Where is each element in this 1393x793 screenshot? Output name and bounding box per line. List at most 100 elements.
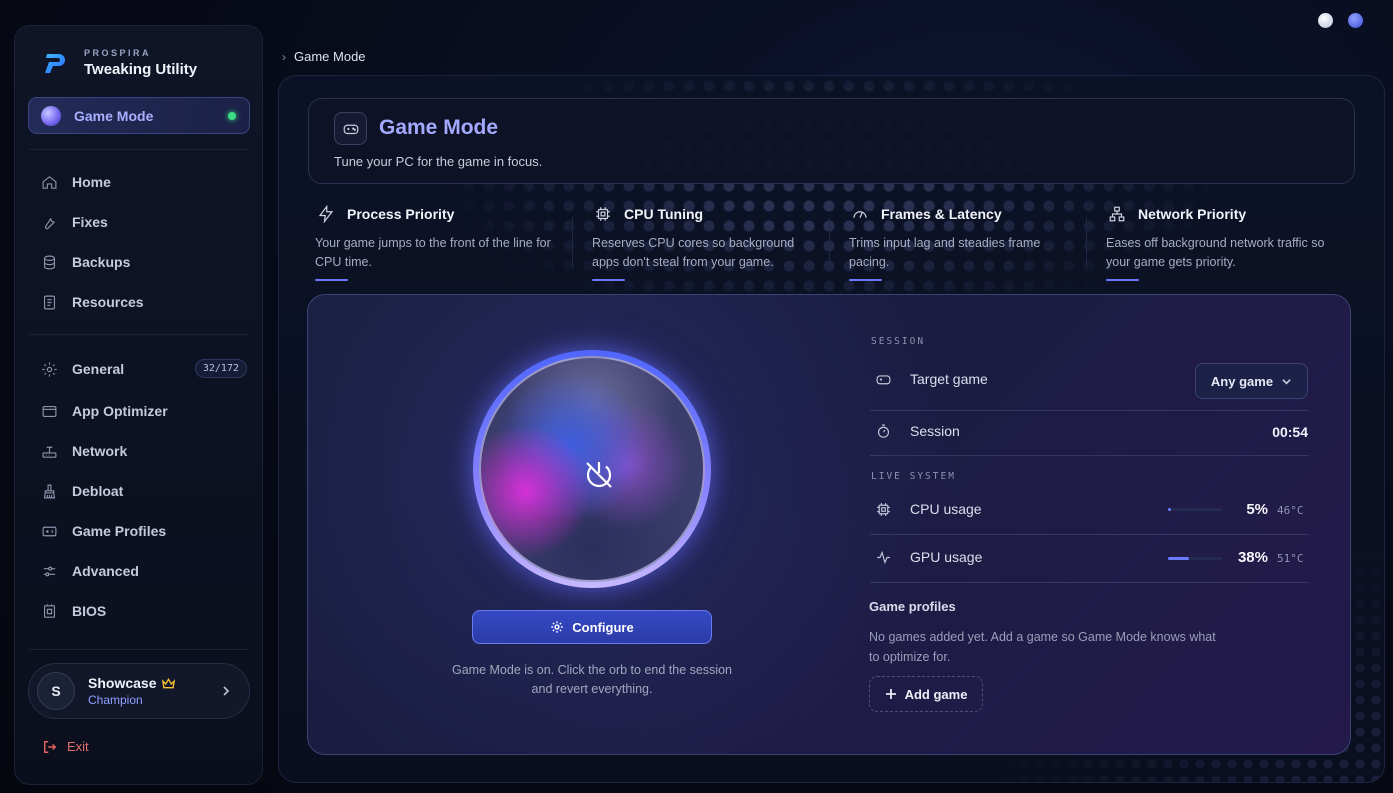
- theme-toggle-dark[interactable]: [1348, 13, 1363, 28]
- sidebar-item-label: Home: [72, 174, 111, 190]
- divider: [29, 334, 249, 335]
- divider: [870, 455, 1309, 456]
- status-indicator: [228, 112, 236, 120]
- broom-icon: [40, 482, 58, 500]
- cpu-usage-fill: [1168, 508, 1171, 511]
- feature-title: Frames & Latency: [881, 206, 1002, 222]
- configure-button[interactable]: Configure: [472, 610, 712, 644]
- count-badge: 32/172: [194, 359, 247, 378]
- sidebar: PROSPIRA Tweaking Utility Game Mode Home…: [14, 25, 263, 785]
- network-icon: [40, 442, 58, 460]
- profile-name-row: Showcase: [88, 675, 176, 691]
- cpu-icon: [596, 207, 610, 221]
- cpu-usage-percent: 5%: [1246, 501, 1268, 518]
- game-profiles-title: Game profiles: [869, 599, 956, 614]
- feature-desc: Your game jumps to the front of the line…: [315, 236, 551, 269]
- chevron-right-icon: [223, 686, 230, 696]
- gear-icon: [40, 360, 58, 378]
- document-icon: [40, 293, 58, 311]
- exit-label: Exit: [67, 739, 89, 754]
- orb-core: [479, 356, 705, 582]
- divider: [870, 410, 1309, 411]
- sliders-icon: [40, 562, 58, 580]
- feature-cpu-tuning: CPU Tuning Reserves CPU cores so backgro…: [592, 205, 844, 281]
- section-label-live-system: LIVE SYSTEM: [871, 471, 956, 482]
- crown-icon: [162, 677, 176, 688]
- lightning-icon: [318, 205, 334, 223]
- sidebar-item-resources[interactable]: Resources: [40, 289, 240, 315]
- feature-underline: [315, 279, 348, 281]
- divider: [572, 217, 573, 267]
- feature-title: CPU Tuning: [624, 206, 704, 222]
- gpu-usage-percent: 38%: [1237, 549, 1268, 566]
- activity-icon: [873, 547, 893, 567]
- sidebar-item-home[interactable]: Home: [40, 169, 240, 195]
- sidebar-item-label: App Optimizer: [72, 403, 168, 419]
- target-game-label: Target game: [910, 371, 988, 387]
- target-game-select[interactable]: Any game: [1195, 363, 1308, 399]
- sidebar-item-backups[interactable]: Backups: [40, 249, 240, 275]
- timer-icon: [873, 421, 893, 441]
- add-game-button[interactable]: Add game: [869, 676, 983, 712]
- plus-icon: [885, 689, 896, 699]
- divider: [29, 149, 249, 150]
- sidebar-item-fixes[interactable]: Fixes: [40, 209, 240, 235]
- gamepad-icon: [873, 369, 893, 389]
- page-header: Game Mode Tune your PC for the game in f…: [308, 98, 1355, 184]
- section-label-session: SESSION: [871, 336, 926, 347]
- sidebar-item-label: General: [72, 361, 125, 377]
- feature-desc: Reserves CPU cores so background apps do…: [592, 236, 795, 269]
- divider: [29, 649, 249, 650]
- divider: [829, 217, 830, 267]
- theme-toggle-light[interactable]: [1318, 13, 1333, 28]
- profile-rank: Champion: [88, 693, 143, 707]
- sidebar-item-game-profiles[interactable]: Game Profiles: [40, 518, 240, 544]
- sidebar-item-network[interactable]: Network: [40, 438, 240, 464]
- exit-icon: [44, 740, 57, 753]
- sidebar-item-label: Network: [72, 443, 128, 459]
- cpu-temperature: 46°C: [1277, 504, 1304, 517]
- feature-underline: [1106, 279, 1139, 281]
- window-icon: [40, 402, 58, 420]
- sidebar-item-label: Game Profiles: [72, 523, 167, 539]
- avatar: S: [37, 672, 75, 710]
- game-profiles-empty-text: No games added yet. Add a game so Game M…: [869, 630, 1216, 664]
- sidebar-item-game-mode[interactable]: Game Mode: [28, 97, 250, 134]
- add-game-label: Add game: [904, 686, 968, 702]
- user-profile-card[interactable]: S Showcase Champion: [28, 663, 250, 719]
- game-mode-orb-button[interactable]: [473, 350, 711, 588]
- feature-process-priority: Process Priority Your game jumps to the …: [315, 205, 567, 281]
- chevron-right-icon: ›: [282, 49, 286, 64]
- feature-desc: Eases off background network traffic so …: [1106, 236, 1325, 269]
- orb-icon: [41, 105, 61, 126]
- sidebar-item-label: Game Mode: [74, 107, 154, 124]
- sidebar-item-label: Backups: [72, 254, 131, 270]
- brand: PROSPIRA Tweaking Utility: [40, 48, 197, 78]
- sidebar-item-label: Debloat: [72, 483, 124, 499]
- exit-button[interactable]: Exit: [43, 739, 89, 754]
- feature-network-priority: Network Priority Eases off background ne…: [1106, 205, 1358, 281]
- gpu-usage-label: GPU usage: [910, 549, 983, 565]
- session-time: 00:54: [1272, 424, 1308, 440]
- brand-name: PROSPIRA: [84, 48, 152, 58]
- feature-underline: [592, 279, 625, 281]
- cpu-usage-meter: [1168, 508, 1222, 511]
- breadcrumb-current: Game Mode: [294, 49, 366, 64]
- prospira-logo-icon: [45, 54, 65, 73]
- sidebar-item-app-optimizer[interactable]: App Optimizer: [40, 398, 240, 424]
- app-title: Tweaking Utility: [84, 61, 198, 78]
- sidebar-item-debloat[interactable]: Debloat: [40, 478, 240, 504]
- target-game-value: Any game: [1210, 373, 1274, 389]
- power-off-icon: [581, 457, 621, 497]
- profile-name: Showcase: [88, 675, 157, 691]
- sidebar-item-advanced[interactable]: Advanced: [40, 558, 240, 584]
- sidebar-item-label: Fixes: [72, 214, 108, 230]
- sidebar-item-bios[interactable]: BIOS: [40, 598, 240, 624]
- orb-status-note: Game Mode is on. Click the orb to end th…: [452, 663, 733, 696]
- feature-desc: Trims input lag and steadies frame pacin…: [849, 236, 1041, 269]
- page-subtitle: Tune your PC for the game in focus.: [334, 154, 543, 169]
- sidebar-item-general[interactable]: General 32/172: [40, 356, 247, 382]
- gauge-icon: [853, 211, 867, 218]
- network-tree-icon: [1109, 206, 1125, 222]
- page-title: Game Mode: [379, 116, 499, 139]
